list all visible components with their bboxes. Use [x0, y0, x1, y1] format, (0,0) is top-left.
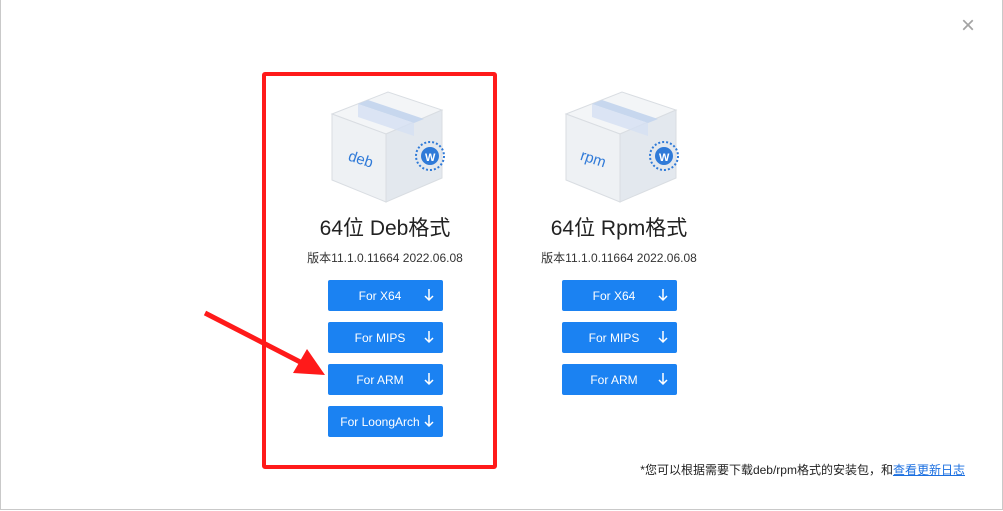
- svg-text:W: W: [659, 152, 670, 164]
- download-arrow-icon: [423, 331, 434, 344]
- rpm-mips-download-button[interactable]: For MIPS: [561, 322, 677, 353]
- button-label: For X64: [592, 288, 636, 303]
- package-title: 64位 Deb格式: [319, 217, 451, 240]
- svg-text:W: W: [425, 152, 436, 164]
- rpm-x64-download-button[interactable]: For X64: [561, 280, 677, 311]
- download-dialog: × deb W 64位 Deb格式 版本11.1.0.11664 2022.06…: [0, 0, 1003, 510]
- package-box-icon: deb W: [330, 91, 445, 203]
- download-arrow-icon: [657, 373, 668, 386]
- download-arrow-icon: [423, 415, 434, 428]
- deb-arm-download-button[interactable]: For ARM: [327, 364, 443, 395]
- deb-x64-download-button[interactable]: For X64: [327, 280, 443, 311]
- button-label: For X64: [358, 288, 402, 303]
- rpm-arm-download-button[interactable]: For ARM: [561, 364, 677, 395]
- annotation-arrow: [203, 310, 325, 375]
- download-arrow-icon: [657, 289, 668, 302]
- package-deb: deb W 64位 Deb格式 版本11.1.0.11664 2022.06.0…: [265, 84, 505, 448]
- button-label: For LoongArch: [340, 414, 420, 429]
- download-arrow-icon: [657, 331, 668, 344]
- close-icon[interactable]: ×: [958, 14, 978, 38]
- deb-loongarch-download-button[interactable]: For LoongArch: [327, 406, 443, 437]
- footer-note: *您可以根据需要下载deb/rpm格式的安装包，和查看更新日志: [640, 461, 965, 478]
- button-label: For MIPS: [588, 330, 640, 345]
- deb-mips-download-button[interactable]: For MIPS: [327, 322, 443, 353]
- button-label: For MIPS: [354, 330, 406, 345]
- package-version: 版本11.1.0.11664 2022.06.08: [307, 251, 463, 265]
- footer-text: *您可以根据需要下载deb/rpm格式的安装包，和: [640, 463, 893, 477]
- package-box-icon: rpm W: [564, 91, 679, 203]
- download-arrow-icon: [423, 289, 434, 302]
- changelog-link[interactable]: 查看更新日志: [893, 463, 965, 477]
- button-label: For ARM: [590, 372, 638, 387]
- package-rpm: rpm W 64位 Rpm格式 版本11.1.0.11664 2022.06.0…: [499, 84, 739, 406]
- button-label: For ARM: [356, 372, 404, 387]
- download-arrow-icon: [423, 373, 434, 386]
- package-title: 64位 Rpm格式: [550, 217, 688, 240]
- package-version: 版本11.1.0.11664 2022.06.08: [541, 251, 697, 265]
